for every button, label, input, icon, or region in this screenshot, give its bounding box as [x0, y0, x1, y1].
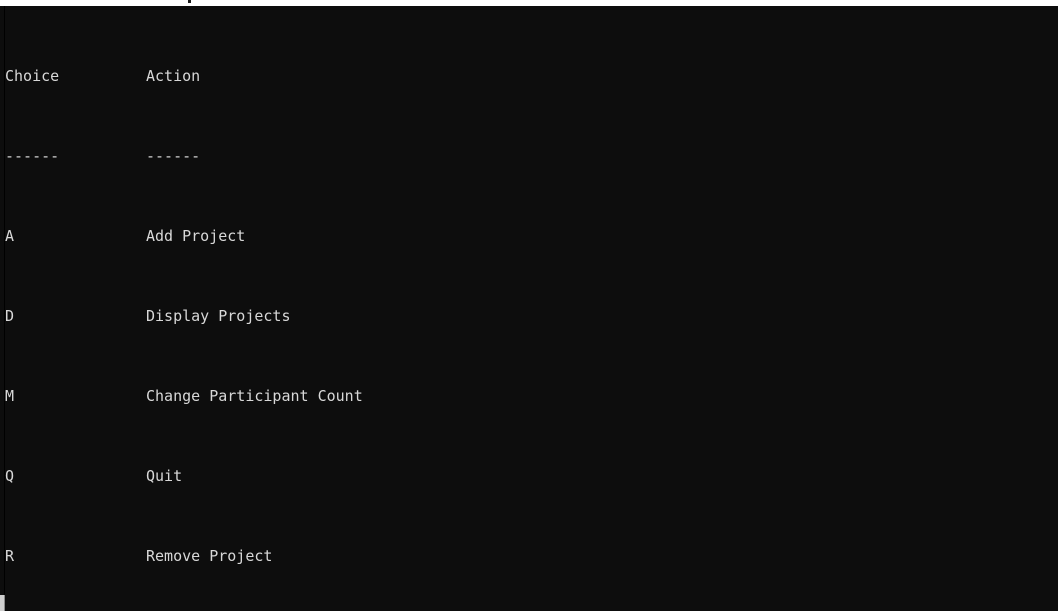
menu-row-action: Quit — [146, 467, 183, 485]
menu-row-action: Add Project — [146, 227, 246, 245]
menu-header-choice: Choice — [5, 67, 60, 85]
menu-row: A Add Project — [5, 226, 1055, 246]
menu-row-action: Remove Project — [146, 547, 273, 565]
menu-row-choice: R — [5, 547, 15, 565]
terminal-window[interactable]: Choice Action ------ ------ A Add Project D… — [0, 6, 1058, 611]
menu-row: R Remove Project — [5, 546, 1055, 566]
menu-header-action: Action — [146, 67, 201, 85]
menu-row-choice: M — [5, 387, 15, 405]
menu-row-choice: D — [5, 307, 15, 325]
menu-row-choice: Q — [5, 467, 15, 485]
menu-rule-action: ------ — [146, 147, 201, 165]
menu-row-choice: A — [5, 227, 15, 245]
menu-rule-row: ------ ------ — [5, 146, 1055, 166]
terminal-text-buffer: Choice Action ------ ------ A Add Project D… — [5, 6, 1055, 611]
menu-row-action: Display Projects — [146, 307, 291, 325]
menu-rule-choice: ------ — [5, 147, 60, 165]
menu-row-action: Change Participant Count — [146, 387, 363, 405]
menu-row: Q Quit — [5, 466, 1055, 486]
window-title-descender — [188, 0, 191, 3]
menu-row: D Display Projects — [5, 306, 1055, 326]
menu-row: M Change Participant Count — [5, 386, 1055, 406]
menu-header-row: Choice Action — [5, 66, 1055, 86]
